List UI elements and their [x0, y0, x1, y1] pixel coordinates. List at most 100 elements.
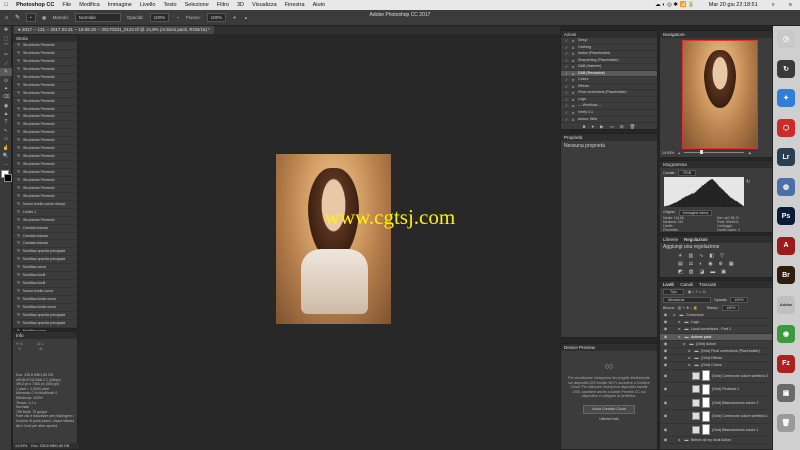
layer-row[interactable]: ◉ (Grid) Finalisca 1	[660, 383, 772, 397]
eye-icon[interactable]: ◉	[663, 437, 668, 443]
acrobat-icon[interactable]: A	[777, 236, 795, 255]
action-toggle-icon[interactable]: ▸	[571, 97, 576, 103]
brush-panel-icon[interactable]: ▦	[42, 15, 47, 20]
disclosure-icon[interactable]: ▸	[677, 437, 682, 443]
menu-clock[interactable]: Mar 20 giu 22:18:51	[705, 2, 762, 9]
menu-app-name[interactable]: Photoshop CC	[12, 2, 58, 8]
action-check-icon[interactable]: ✓	[564, 90, 569, 96]
apple-icon[interactable]: 	[0, 2, 12, 8]
zoom-out-icon[interactable]: ▴	[678, 151, 680, 155]
menu-3d[interactable]: 3D	[233, 2, 248, 8]
new-action-icon[interactable]: ⊞	[620, 124, 624, 130]
globe-icon[interactable]: ◍	[777, 177, 795, 196]
marquee-tool-icon[interactable]: ⬚	[0, 34, 12, 42]
layer-row[interactable]: ◉ ▸ ▬ Correzione	[660, 312, 772, 320]
disclosure-icon[interactable]: ▸	[682, 341, 687, 347]
filter-icons[interactable]: ▣ ◐ T ▭ ⊡	[688, 290, 706, 294]
record-icon[interactable]: ●	[591, 124, 594, 130]
gradient-map-icon[interactable]: ▬	[710, 269, 715, 275]
history-item[interactable]: ✎ Livello 1	[13, 209, 77, 217]
layer-row[interactable]: ◉ ▸ ▬ Before all my local Action	[660, 437, 772, 445]
curves-icon[interactable]: ∿	[699, 253, 703, 259]
hue-sat-icon[interactable]: ▤	[678, 261, 683, 267]
move-tool-icon[interactable]: ✥	[0, 26, 12, 34]
action-check-icon[interactable]: ✓	[564, 58, 569, 64]
lightroom-icon[interactable]: Lr	[777, 148, 795, 166]
eye-icon[interactable]: ◉	[663, 383, 668, 396]
filezilla-icon[interactable]: Fz	[777, 354, 795, 373]
mode-select[interactable]: Normale	[74, 13, 121, 22]
selective-color-icon[interactable]: ▣	[721, 269, 726, 275]
brush-preset-picker[interactable]: •	[26, 13, 36, 22]
menu-selezione[interactable]: Selezione	[181, 2, 213, 8]
brush-icon[interactable]: ✎	[15, 14, 20, 21]
navigator-zoom[interactable]: 14,93%	[662, 151, 674, 155]
disclosure-icon[interactable]: ▸	[687, 348, 692, 354]
history-item[interactable]: ✎Modifica curve	[13, 264, 77, 273]
layer-row[interactable]: ◉ ▸ ▬ (Grid) Action	[660, 341, 772, 348]
menu-immagine[interactable]: Immagine	[104, 2, 136, 8]
delete-icon[interactable]: 🗑	[630, 124, 636, 130]
layer-row[interactable]: ◉ ▸ ▬ (Grid) Final corrections (Placeholder…	[660, 348, 772, 356]
layer-row[interactable]: ◉ ▸ ▬ (Grid) Effects	[660, 355, 772, 363]
action-check-icon[interactable]: ✓	[564, 45, 569, 51]
threshold-icon[interactable]: ◪	[699, 269, 704, 275]
reload-icon[interactable]: ↻	[777, 59, 795, 78]
history-item[interactable]: ✎ Strumento Pennello	[13, 90, 77, 98]
hand-tool-icon[interactable]: ☝	[0, 143, 12, 151]
photoshop-icon[interactable]: Ps	[777, 207, 795, 225]
zoom-level[interactable]: 14,93%	[15, 443, 27, 449]
eye-icon[interactable]: ◉	[663, 319, 668, 325]
history-item[interactable]: ✎ Strumento Pennello	[13, 50, 77, 58]
document-image[interactable]	[276, 154, 391, 324]
path-select-tool-icon[interactable]: ↖	[0, 127, 12, 135]
actions-title[interactable]: Azioni	[561, 31, 657, 38]
type-tool-icon[interactable]: T	[0, 118, 12, 126]
action-toggle-icon[interactable]: ▸	[571, 110, 576, 116]
pressure-size-icon[interactable]: ◕	[243, 15, 248, 20]
zoom-slider-thumb[interactable]	[700, 150, 704, 154]
tab-paths[interactable]: Tracciati	[699, 281, 716, 288]
action-check-icon[interactable]: ✓	[564, 38, 569, 44]
layer-row[interactable]: ◉ ▸ ▬ (Grid) Colors	[660, 362, 772, 370]
eye-icon[interactable]: ◉	[663, 370, 668, 383]
document-tab[interactable]: ● 2017 -- 131 -- 2017.03.31 -- 19.08.20 …	[14, 26, 214, 34]
action-toggle-icon[interactable]: ▸	[571, 64, 576, 70]
history-item[interactable]: ✎ Strumento Pennello	[13, 161, 77, 169]
menu-livello[interactable]: Livello	[136, 2, 160, 8]
action-toggle-icon[interactable]: ▸	[571, 117, 576, 123]
disclosure-icon[interactable]: ▸	[672, 312, 677, 318]
device-preview-title[interactable]: Device Preview	[561, 344, 657, 351]
color-balance-icon[interactable]: ⚖	[689, 261, 693, 267]
status-icons[interactable]: ☁ ◐ ◎ ✱ 📶 🔋	[651, 2, 699, 9]
gradient-tool-icon[interactable]: ◉	[0, 102, 12, 110]
history-item[interactable]: ✎Modifica opacità principale	[13, 312, 77, 320]
action-toggle-icon[interactable]: ▸	[571, 58, 576, 64]
history-item[interactable]: ✎Modifica opacità principale	[13, 320, 77, 328]
layer-row[interactable]: ◉ (Grid) Correzione colore selettiva 3	[660, 370, 772, 383]
zoom-in-icon[interactable]: ▲	[748, 151, 752, 155]
layer-row[interactable]: ◉ ▸ ▬ Logo	[660, 319, 772, 327]
menu-list-icon[interactable]: ≡	[785, 2, 796, 9]
action-toggle-icon[interactable]: ▸	[571, 38, 576, 44]
eye-icon[interactable]: ◉	[663, 334, 668, 340]
app-icon[interactable]: ▣	[777, 384, 795, 402]
action-toggle-icon[interactable]: ▸	[571, 77, 576, 83]
history-item[interactable]: ✎ Modifica livello curve	[13, 304, 77, 312]
stop-icon[interactable]: ■	[583, 124, 586, 130]
navigator-title[interactable]: Navigatore	[660, 31, 772, 38]
menu-filtro[interactable]: Filtro	[213, 2, 233, 8]
history-item[interactable]: ✎ Strumento Pennello	[13, 169, 77, 177]
lasso-tool-icon[interactable]: ⌒	[0, 43, 12, 51]
channel-select[interactable]: RGB	[678, 170, 697, 176]
history-item[interactable]: ✎ Strumento Pennello	[13, 145, 77, 154]
exposure-icon[interactable]: ◧	[709, 253, 714, 259]
navigator-thumbnail[interactable]	[682, 40, 758, 149]
layer-opacity-input[interactable]: 100%	[730, 297, 748, 303]
history-item[interactable]: ✎ Strumento Pennello	[13, 98, 77, 106]
action-check-icon[interactable]: ✓	[564, 117, 569, 123]
chrome-icon[interactable]: ◉	[777, 325, 795, 343]
history-item[interactable]: ✎Modifica opacità principale	[13, 248, 77, 257]
zoom-tool-icon[interactable]: 🔍	[0, 152, 12, 160]
disclosure-icon[interactable]: ▸	[677, 326, 682, 332]
